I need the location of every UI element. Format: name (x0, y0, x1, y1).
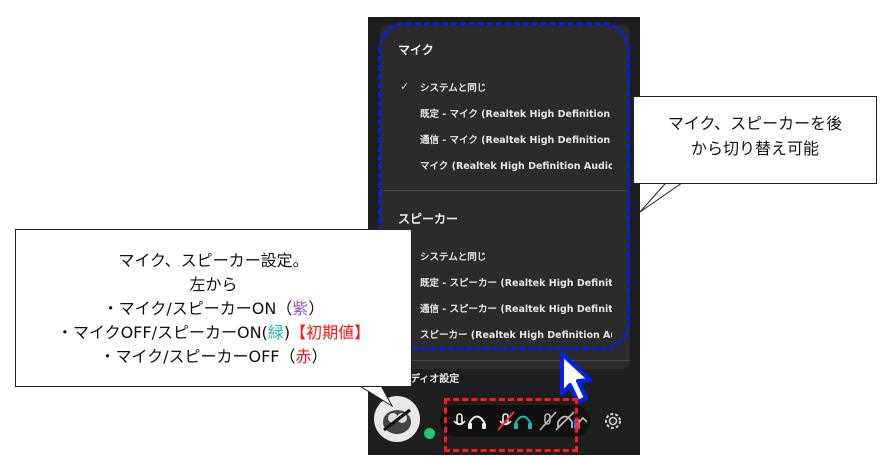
color-word-green: 緑 (267, 323, 284, 342)
gear-icon (605, 413, 621, 429)
callout-text: 左から (189, 275, 238, 294)
default-badge: 【初期値】 (290, 323, 371, 342)
color-word-red: 赤 (295, 347, 312, 366)
callout-text: ・マイク/スピーカーOFF（ (99, 347, 296, 366)
chevron-up-icon[interactable] (578, 415, 588, 425)
callout-line-purple: ・マイク/スピーカーON（紫） (16, 297, 411, 321)
callout-line-green: ・マイクOFF/スピーカーON(緑)【初期値】 (16, 321, 411, 345)
online-status-dot (422, 426, 437, 441)
settings-button[interactable] (600, 408, 626, 434)
callout-text: ・マイクOFF/スピーカーON( (56, 323, 268, 342)
callout-mode-description: マイク、スピーカー設定。 左から ・マイク/スピーカーON（紫） ・マイクOFF… (15, 229, 412, 387)
callout-text: マイク、スピーカー設定。 (118, 251, 309, 270)
color-word-purple: 紫 (292, 299, 309, 318)
mode-highlight (444, 398, 578, 452)
callout-switch-later: マイク、スピーカーを後 から切り替え可能 (633, 96, 877, 184)
pointer-arrow-icon (560, 352, 592, 404)
menu-highlight (378, 22, 630, 350)
audio-settings-label[interactable]: ディオ設定 (410, 370, 459, 385)
callout-text: ） (311, 347, 328, 366)
callout-text: から切り替え可能 (690, 139, 819, 158)
callout-text: ・マイク/スピーカーON（ (102, 299, 293, 318)
menu-divider (380, 360, 630, 361)
callout-line-red: ・マイク/スピーカーOFF（赤） (16, 345, 411, 369)
callout-text: マイク、スピーカーを後 (667, 114, 843, 133)
callout-text: ） (308, 299, 325, 318)
